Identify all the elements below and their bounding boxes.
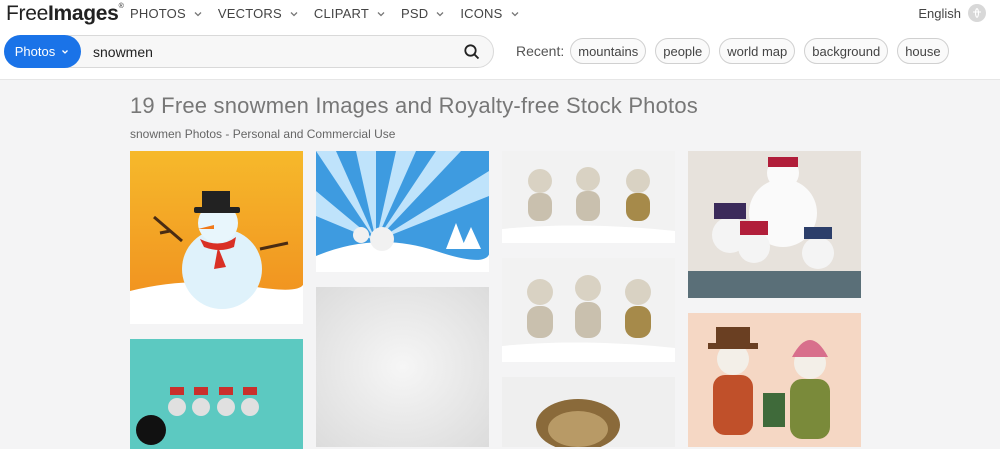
search-bar: Photos	[4, 35, 494, 68]
scroll-badge[interactable]	[136, 415, 166, 445]
result-image[interactable]	[316, 287, 489, 447]
nav-vectors[interactable]: VECTORS	[218, 6, 300, 21]
result-image[interactable]	[688, 151, 861, 298]
result-image[interactable]	[502, 377, 675, 447]
top-bar: FreeImages® PHOTOS VECTORS CLIPART PSD I…	[0, 0, 1000, 80]
logo[interactable]: FreeImages®	[6, 2, 124, 26]
recent-chip-people[interactable]: people	[655, 38, 711, 64]
search-icon[interactable]	[463, 43, 481, 61]
chevron-down-icon	[436, 11, 444, 16]
chevron-down-icon	[62, 49, 69, 54]
result-image[interactable]	[502, 151, 675, 243]
recent-chip-background[interactable]: background	[804, 38, 889, 64]
nav-psd[interactable]: PSD	[401, 6, 446, 21]
language-label: English	[918, 5, 961, 21]
result-image[interactable]	[316, 151, 489, 272]
recent-chip-mountains[interactable]: mountains	[570, 38, 647, 64]
main-nav: PHOTOS VECTORS CLIPART PSD ICONS	[130, 6, 535, 21]
recent-searches: Recent: mountains people world map backg…	[516, 38, 958, 64]
result-image[interactable]	[688, 313, 861, 447]
chevron-down-icon	[290, 11, 298, 16]
globe-icon	[968, 4, 986, 22]
language-selector[interactable]: English	[918, 4, 986, 22]
search-type-dropdown[interactable]: Photos	[4, 35, 81, 68]
chevron-down-icon	[377, 11, 385, 16]
recent-chip-world-map[interactable]: world map	[719, 38, 796, 64]
chevron-down-icon	[511, 11, 518, 16]
page-subtitle: snowmen Photos - Personal and Commercial…	[130, 127, 396, 141]
search-type-label: Photos	[14, 44, 56, 59]
nav-clipart[interactable]: CLIPART	[314, 6, 387, 21]
search-input[interactable]	[93, 44, 433, 60]
nav-icons[interactable]: ICONS	[460, 6, 520, 21]
recent-label: Recent:	[516, 43, 565, 59]
page-title: 19 Free snowmen Images and Royalty-free …	[130, 93, 699, 118]
chevron-down-icon	[194, 11, 202, 16]
recent-chip-house[interactable]: house	[897, 38, 949, 64]
result-image[interactable]	[130, 151, 303, 324]
result-image[interactable]	[502, 258, 675, 362]
nav-photos[interactable]: PHOTOS	[130, 6, 204, 21]
